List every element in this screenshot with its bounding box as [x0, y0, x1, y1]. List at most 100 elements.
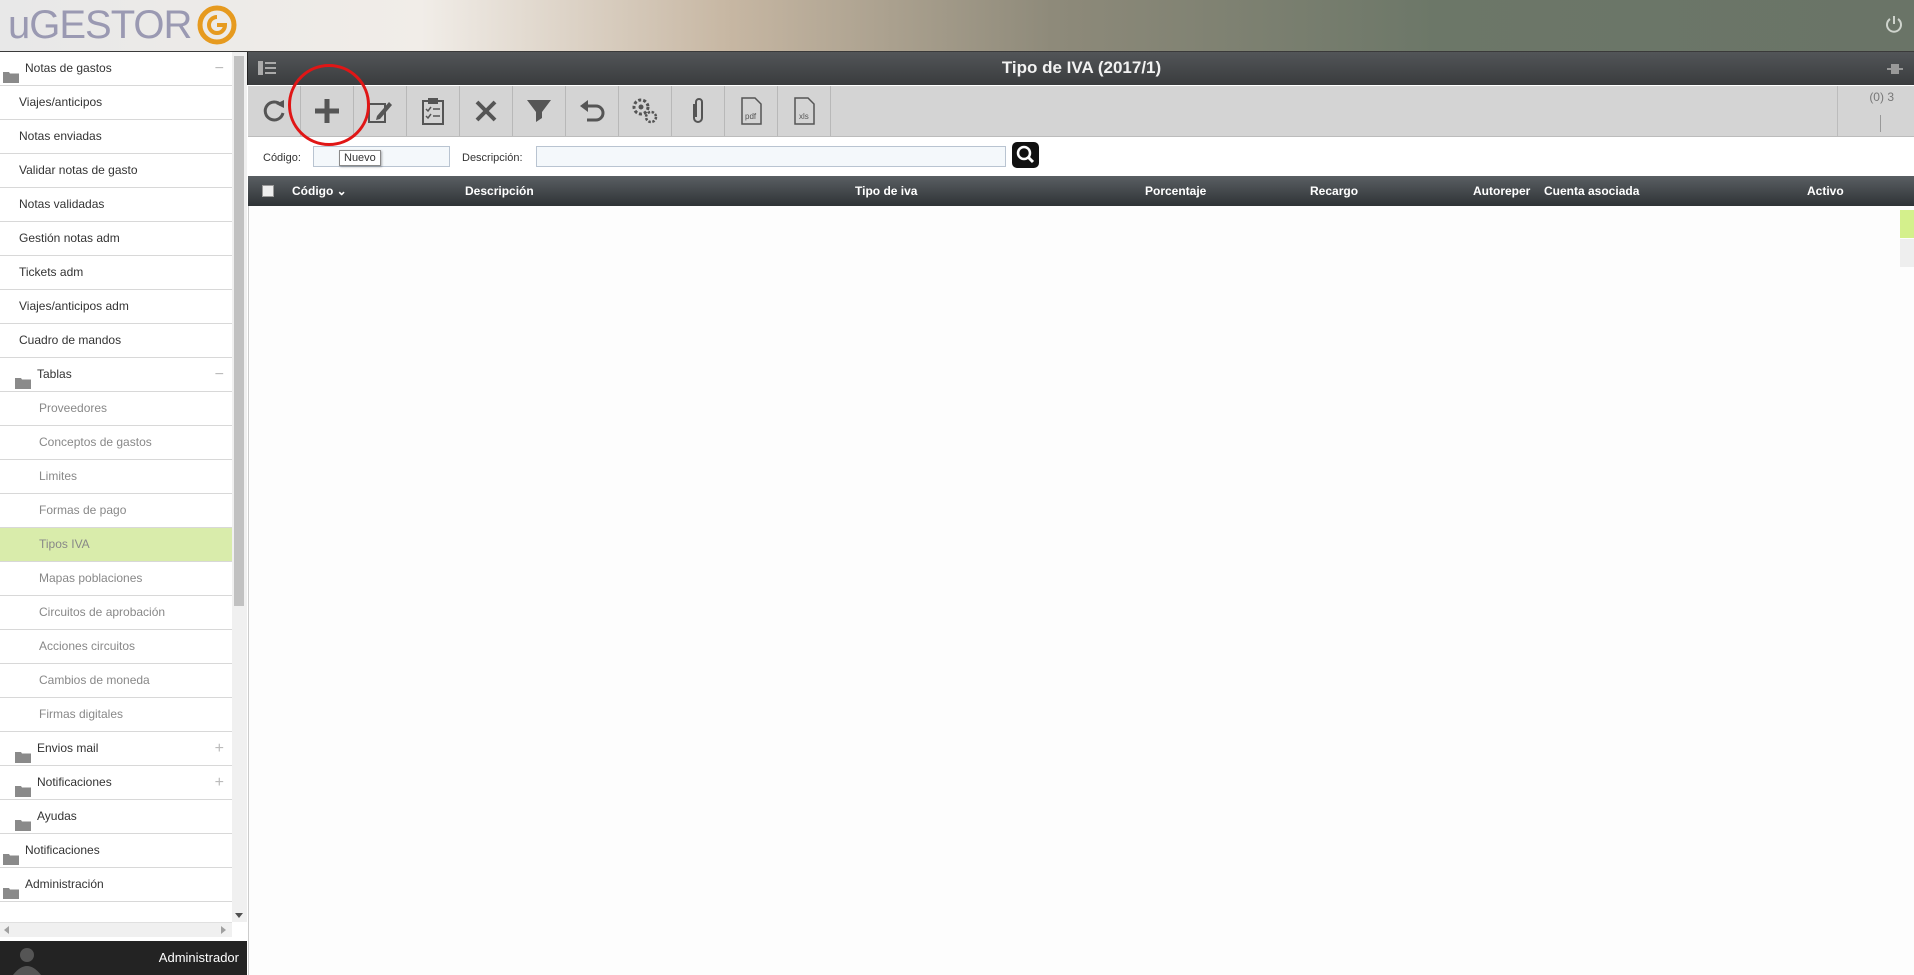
- sidebar-item-mapas-poblaciones[interactable]: Mapas poblaciones: [0, 562, 232, 596]
- filter-button[interactable]: [513, 86, 566, 136]
- sidebar-item-limites[interactable]: Limites: [0, 460, 232, 494]
- scroll-left-icon[interactable]: [4, 926, 9, 934]
- gears-icon: [632, 98, 658, 124]
- expand-icon[interactable]: +: [215, 732, 224, 765]
- sidebar-folder-label: Ayudas: [37, 809, 77, 823]
- clipboard-button[interactable]: [407, 86, 460, 136]
- search-icon: [1016, 145, 1035, 164]
- delete-button[interactable]: [460, 86, 513, 136]
- pdf-file-icon: pdf: [741, 97, 762, 125]
- counter-divider: [1880, 115, 1881, 132]
- scrollbar-thumb[interactable]: [234, 56, 244, 606]
- pin-icon[interactable]: [1887, 62, 1903, 76]
- column-header-porcentaje[interactable]: Porcentaje: [1145, 184, 1206, 198]
- folder-icon: [15, 777, 31, 797]
- sidebar-nav: Notas de gastos − Viajes/anticipos Notas en…: [0, 52, 233, 922]
- column-header-autoreper[interactable]: Autoreper: [1473, 184, 1530, 198]
- column-label: Código: [292, 184, 334, 198]
- sidebar-scrollbar[interactable]: [232, 52, 247, 922]
- expand-icon[interactable]: +: [215, 766, 224, 799]
- attach-button[interactable]: [672, 86, 725, 136]
- undo-icon: [580, 100, 605, 122]
- select-all-checkbox[interactable]: [262, 185, 274, 197]
- sidebar-folder-envios-mail[interactable]: Envios mail +: [0, 732, 232, 766]
- sidebar-item-viajes-anticipos[interactable]: Viajes/anticipos: [0, 86, 232, 120]
- sidebar-item-notas-validadas[interactable]: Notas validadas: [0, 188, 232, 222]
- descripcion-label: Descripción:: [462, 152, 523, 164]
- refresh-button[interactable]: [248, 86, 301, 136]
- sidebar-item-cuadro-de-mandos[interactable]: Cuadro de mandos: [0, 324, 232, 358]
- sidebar: Notas de gastos − Viajes/anticipos Notas en…: [0, 52, 247, 975]
- sidebar-folder-notificaciones[interactable]: Notificaciones: [0, 834, 232, 868]
- folder-icon: [15, 811, 31, 831]
- user-footer: Administrador: [0, 941, 247, 975]
- avatar: [13, 948, 41, 975]
- sidebar-item-viajes-anticipos-adm[interactable]: Viajes/anticipos adm: [0, 290, 232, 324]
- folder-icon: [3, 63, 19, 83]
- sidebar-item-formas-de-pago[interactable]: Formas de pago: [0, 494, 232, 528]
- scroll-down-icon[interactable]: [235, 913, 243, 918]
- column-header-tipo-de-iva[interactable]: Tipo de iva: [855, 184, 917, 198]
- pdf-export-button[interactable]: pdf: [725, 86, 778, 136]
- toolbar: pdf xls (0) 3: [248, 86, 1914, 137]
- tooltip: Nuevo: [339, 150, 381, 166]
- collapse-icon[interactable]: −: [215, 358, 224, 391]
- descripcion-input[interactable]: [536, 146, 1006, 167]
- logo-text: uGESTOR: [8, 3, 192, 47]
- codigo-label: Código:: [263, 152, 301, 164]
- folder-icon: [3, 845, 19, 865]
- xls-file-icon: xls: [794, 97, 815, 125]
- sidebar-item-tickets-adm[interactable]: Tickets adm: [0, 256, 232, 290]
- window-title-bar: Tipo de IVA (2017/1): [247, 52, 1914, 85]
- sidebar-item-conceptos-de-gastos[interactable]: Conceptos de gastos: [0, 426, 232, 460]
- refresh-icon: [263, 100, 285, 122]
- column-header-codigo[interactable]: Código ⌄: [292, 184, 347, 198]
- sidebar-folder-notas-de-gastos[interactable]: Notas de gastos −: [0, 52, 232, 86]
- power-icon[interactable]: [1884, 14, 1904, 34]
- column-header-cuenta-asociada[interactable]: Cuenta asociada: [1544, 184, 1639, 198]
- folder-icon: [15, 743, 31, 763]
- column-header-activo[interactable]: Activo: [1807, 184, 1844, 198]
- column-header-descripcion[interactable]: Descripción: [465, 184, 534, 198]
- sidebar-item-acciones-circuitos[interactable]: Acciones circuitos: [0, 630, 232, 664]
- record-counter: (0) 3: [1869, 90, 1894, 104]
- xls-export-button[interactable]: xls: [778, 86, 831, 136]
- new-button[interactable]: [301, 86, 354, 136]
- sidebar-folder-ayudas[interactable]: Ayudas: [0, 800, 232, 834]
- sidebar-folder-notificaciones[interactable]: Notificaciones +: [0, 766, 232, 800]
- logo-g-icon: [197, 5, 237, 45]
- user-name[interactable]: Administrador: [159, 950, 239, 965]
- sidebar-folder-label: Tablas: [37, 367, 72, 381]
- filter-icon: [527, 100, 551, 122]
- paperclip-icon: [693, 98, 703, 123]
- svg-text:xls: xls: [799, 112, 809, 121]
- collapse-icon[interactable]: −: [215, 52, 224, 85]
- sort-chevron-icon: ⌄: [336, 184, 347, 198]
- sidebar-item-notas-enviadas[interactable]: Notas enviadas: [0, 120, 232, 154]
- sidebar-item-circuitos-de-aprobacion[interactable]: Circuitos de aprobación: [0, 596, 232, 630]
- sidebar-item-proveedores[interactable]: Proveedores: [0, 392, 232, 426]
- sidebar-folder-tablas[interactable]: Tablas −: [0, 358, 232, 392]
- sidebar-folder-administracion[interactable]: Administración: [0, 868, 232, 902]
- sidebar-item-cambios-de-moneda[interactable]: Cambios de moneda: [0, 664, 232, 698]
- undo-button[interactable]: [566, 86, 619, 136]
- scroll-right-icon[interactable]: [221, 926, 226, 934]
- sidebar-item-firmas-digitales[interactable]: Firmas digitales: [0, 698, 232, 732]
- plus-icon: [315, 99, 339, 123]
- settings-button[interactable]: [619, 86, 672, 136]
- search-button[interactable]: [1012, 142, 1039, 168]
- folder-icon: [3, 879, 19, 899]
- edit-button[interactable]: [354, 86, 407, 136]
- sidebar-item-tipos-iva[interactable]: Tipos IVA: [0, 528, 232, 562]
- folder-icon: [15, 369, 31, 389]
- sidebar-horizontal-scrollbar[interactable]: [0, 922, 232, 937]
- row-indicator-active: [1900, 210, 1914, 238]
- close-icon: [475, 100, 497, 122]
- column-header-recargo[interactable]: Recargo: [1310, 184, 1358, 198]
- app-logo: uGESTOR: [8, 2, 237, 48]
- sidebar-item-gestion-notas-adm[interactable]: Gestión notas adm: [0, 222, 232, 256]
- sidebar-item-validar-notas-de-gasto[interactable]: Validar notas de gasto: [0, 154, 232, 188]
- codigo-input[interactable]: [313, 146, 450, 167]
- clipboard-check-icon: [422, 98, 444, 125]
- page-title: Tipo de IVA (2017/1): [1001, 58, 1162, 77]
